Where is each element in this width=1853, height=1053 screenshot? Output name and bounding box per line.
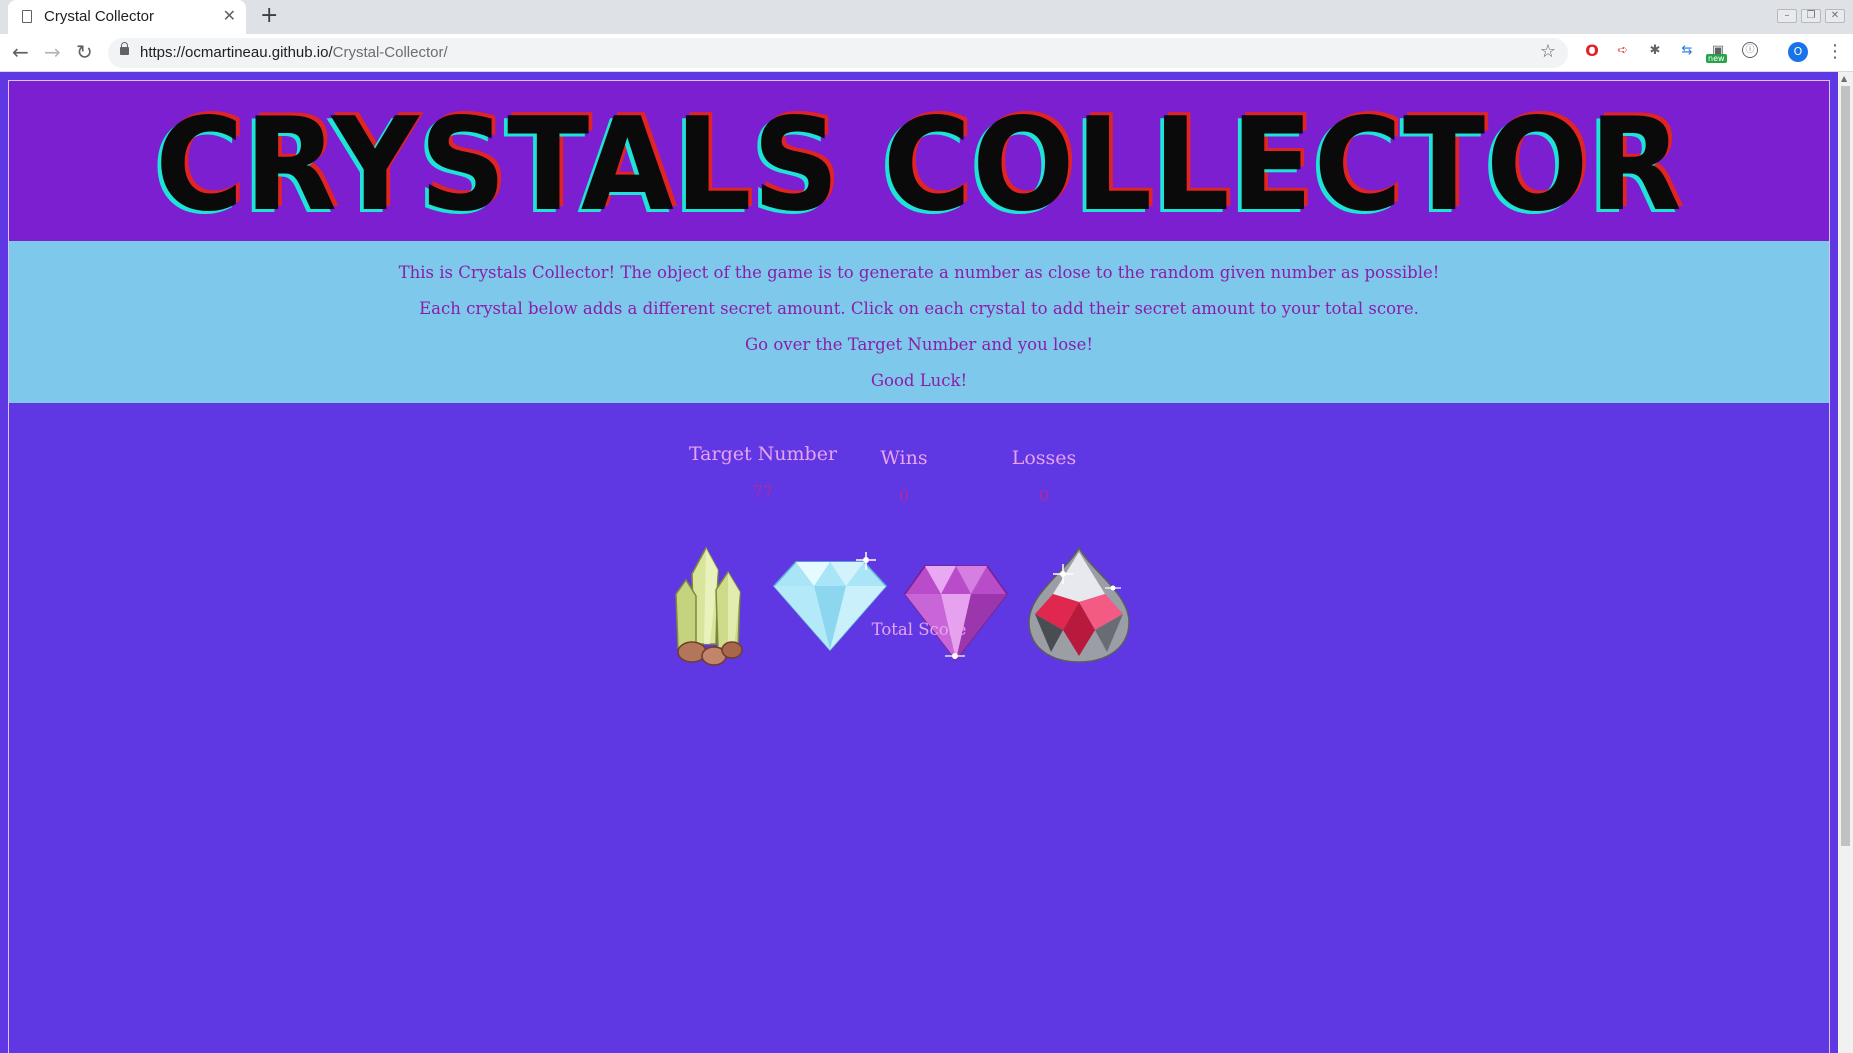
bookmark-star-icon[interactable]: ☆	[1540, 41, 1556, 62]
reload-icon[interactable]: ↻	[76, 40, 93, 64]
page-icon	[22, 10, 32, 23]
page-viewport: CRYSTALS COLLECTOR This is Crystals Coll…	[0, 72, 1853, 1053]
instructions-line: Good Luck!	[870, 371, 968, 390]
browser-tab[interactable]: Crystal Collector ✕	[8, 0, 246, 34]
total-score-label: Total Score	[871, 620, 967, 639]
instructions-panel: This is Crystals Collector! The object o…	[9, 241, 1829, 403]
lock-icon	[120, 42, 129, 55]
game-title: CRYSTALS COLLECTOR	[155, 91, 1683, 240]
game-header: CRYSTALS COLLECTOR	[9, 81, 1829, 241]
scrollbar-thumb[interactable]	[1841, 86, 1850, 846]
instructions-line: This is Crystals Collector! The object o…	[398, 263, 1440, 282]
tab-title: Crystal Collector	[44, 8, 155, 25]
new-tab-icon[interactable]: +	[260, 3, 278, 28]
instructions-line: Go over the Target Number and you lose!	[744, 335, 1094, 354]
red-teardrop-crystal-icon[interactable]	[1023, 544, 1135, 664]
new-badge: new	[1706, 54, 1727, 63]
browser-toolbar: ← → ↻ https://ocmartineau.github.io/Crys…	[0, 34, 1853, 72]
green-quartz-crystal-icon[interactable]	[670, 544, 750, 666]
wins-value: 0	[898, 486, 910, 505]
arrows-extension-icon[interactable]: ⇆	[1678, 42, 1696, 60]
bug-extension-icon[interactable]: ✱	[1646, 42, 1664, 60]
tab-bar: Crystal Collector ✕ + – ❐ ✕	[0, 0, 1853, 34]
close-tab-icon[interactable]: ✕	[223, 6, 236, 25]
instructions-line: Each crystal below adds a different secr…	[419, 299, 1419, 318]
target-number-label: Target Number	[688, 443, 838, 465]
address-bar[interactable]: https://ocmartineau.github.io/Crystal-Co…	[108, 38, 1568, 68]
url-path: Crystal-Collector/	[332, 44, 448, 61]
circle-extension-icon[interactable]: ⓘ	[1742, 42, 1758, 58]
opera-extension-icon[interactable]: O	[1583, 42, 1601, 60]
wins-label: Wins	[880, 447, 928, 469]
back-arrow-icon[interactable]: ←	[12, 40, 29, 64]
scroll-up-icon[interactable]: ▲	[1841, 74, 1847, 83]
forward-arrow-icon[interactable]: →	[44, 40, 61, 64]
url-text[interactable]: https://ocmartineau.github.io/Crystal-Co…	[140, 44, 448, 61]
new-extension-icon[interactable]: ▣ new	[1706, 42, 1730, 63]
close-window-icon[interactable]: ✕	[1825, 9, 1845, 23]
window-controls: – ❐ ✕	[1773, 3, 1845, 23]
minimize-icon[interactable]: –	[1777, 9, 1797, 23]
crystal-row	[665, 544, 1140, 674]
record-extension-icon[interactable]: ➪	[1614, 42, 1632, 60]
target-number-value: 77	[752, 482, 774, 501]
losses-label: Losses	[1011, 447, 1077, 469]
restore-icon[interactable]: ❐	[1801, 9, 1821, 23]
menu-dots-icon[interactable]: ⋮	[1826, 41, 1844, 62]
purple-diamond-icon[interactable]	[901, 556, 1011, 664]
url-host: https://ocmartineau.github.io/	[140, 44, 333, 61]
vertical-scrollbar[interactable]: ▲	[1838, 72, 1853, 1053]
profile-avatar[interactable]: O	[1788, 42, 1808, 62]
losses-value: 0	[1038, 486, 1050, 505]
